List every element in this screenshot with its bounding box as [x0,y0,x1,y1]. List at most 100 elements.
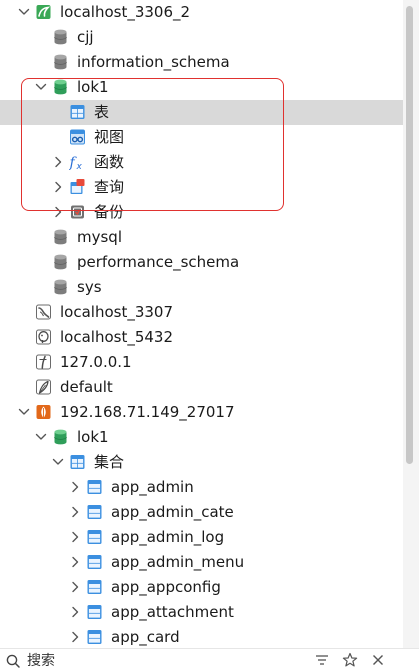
tree-node-label: app_admin_cate [111,503,234,521]
tree-node-label: performance_schema [77,253,240,271]
database-icon [52,53,69,71]
tree-node-conn-localhost-3307[interactable]: localhost_3307 [0,300,403,325]
function-icon: fx [69,153,86,172]
tree-node-db-information-schema[interactable]: information_schema [0,50,403,75]
mysql-connection-icon [35,3,52,21]
chevron-down-icon[interactable] [34,79,48,95]
tree-node-coll-app-admin[interactable]: app_admin [0,475,403,500]
tree-node-label: 查询 [94,178,125,196]
mongodb-connection-icon [35,403,52,421]
filter-icon[interactable] [314,652,330,668]
table-icon [69,103,86,121]
tree-node-label: information_schema [77,53,230,71]
bottom-toolbar: 搜索 [0,648,419,671]
tree-node-label: 视图 [94,128,125,146]
tree-node-folder-backups[interactable]: 备份 [0,200,403,225]
tree-node-conn-localhost-3306-2[interactable]: localhost_3306_2 [0,0,403,25]
tree-node-label: app_admin [111,478,194,496]
star-icon[interactable] [342,652,358,668]
database-icon [52,278,69,296]
tree-node-label: lok1 [77,78,109,96]
tree-node-label: 集合 [94,453,125,471]
collection-icon [86,578,103,596]
navigation-tree: localhost_3306_2cjj information_schemalok… [0,0,403,648]
database-open-icon [52,428,69,446]
chevron-right-icon[interactable] [68,504,82,520]
table-icon [69,453,86,471]
tree-node-db-sys[interactable]: sys [0,275,403,300]
tree-node-label: default [60,378,113,396]
chevron-right-icon[interactable] [68,479,82,495]
postgresql-connection-icon [35,328,52,346]
collection-icon [86,528,103,546]
tree-node-label: app_admin_menu [111,553,245,571]
tree-node-label: lok1 [77,428,109,446]
chevron-right-icon[interactable] [68,579,82,595]
query-icon [69,178,86,196]
tree-node-label: 备份 [94,203,125,221]
tree-node-db-cjj[interactable]: cjj [0,25,403,50]
tree-node-coll-app-admin-menu[interactable]: app_admin_menu [0,550,403,575]
chevron-right-icon[interactable] [51,154,65,170]
chevron-down-icon[interactable] [34,429,48,445]
chevron-right-icon[interactable] [68,529,82,545]
tree-node-label: localhost_5432 [60,328,174,346]
tree-node-coll-app-admin-log[interactable]: app_admin_log [0,525,403,550]
tree-node-conn-default[interactable]: default [0,375,403,400]
database-open-icon [52,78,69,96]
tree-node-label: app_admin_log [111,528,225,546]
collection-icon [86,478,103,496]
close-icon[interactable] [370,652,386,668]
tree-node-folder-collections[interactable]: 集合 [0,450,403,475]
search-icon[interactable] [5,653,21,669]
chevron-right-icon[interactable] [68,604,82,620]
svg-text:x: x [76,162,83,171]
tree-node-db-lok1[interactable]: lok1 [0,75,403,100]
tree-node-label: cjj [77,28,94,46]
tree-node-db-performance-schema[interactable]: performance_schema [0,250,403,275]
tree-node-folder-queries[interactable]: 查询 [0,175,403,200]
tree-node-label: app_attachment [111,603,234,621]
tree-node-conn-mongo[interactable]: 192.168.71.149_27017 [0,400,403,425]
tree-node-coll-app-appconfig[interactable]: app_appconfig [0,575,403,600]
tree-node-label: localhost_3306_2 [60,3,191,21]
collection-icon [86,603,103,621]
collection-icon [86,628,103,646]
database-icon [52,253,69,271]
tree-node-db-mysql[interactable]: mysql [0,225,403,250]
sqlite-connection-icon [35,353,52,371]
tree-node-conn-localhost-5432[interactable]: localhost_5432 [0,325,403,350]
tree-scrollbar[interactable] [403,0,419,648]
chevron-right-icon[interactable] [51,179,65,195]
tree-node-folder-tables[interactable]: 表 [0,100,403,125]
tree-node-mongo-db-lok1[interactable]: lok1 [0,425,403,450]
tree-node-coll-app-attachment[interactable]: app_attachment [0,600,403,625]
tree-node-label: app_card [111,628,180,646]
tree-node-folder-views[interactable]: 视图 [0,125,403,150]
tree-node-label: sys [77,278,102,296]
tree-node-coll-app-card[interactable]: app_card [0,625,403,648]
tree-node-label: localhost_3307 [60,303,174,321]
tree-node-label: 192.168.71.149_27017 [60,403,235,421]
tree-node-label: app_appconfig [111,578,221,596]
backup-icon [69,203,86,221]
tree-node-label: 函数 [94,153,125,171]
mariadb-connection-icon [35,303,52,321]
collection-icon [86,503,103,521]
view-icon [69,128,86,146]
scrollbar-thumb[interactable] [406,6,413,464]
chevron-right-icon[interactable] [68,629,82,645]
tree-node-coll-app-admin-cate[interactable]: app_admin_cate [0,500,403,525]
chevron-down-icon[interactable] [17,4,31,20]
tree-node-folder-functions[interactable]: f x 函数 [0,150,403,175]
chevron-right-icon[interactable] [51,204,65,220]
chevron-right-icon[interactable] [68,554,82,570]
search-input[interactable]: 搜索 [27,652,55,670]
tree-node-conn-127-0-0-1[interactable]: 127.0.0.1 [0,350,403,375]
collection-icon [86,553,103,571]
chevron-down-icon[interactable] [51,454,65,470]
tree-node-label: 表 [94,103,110,121]
chevron-down-icon[interactable] [17,404,31,420]
tree-node-label: 127.0.0.1 [60,353,132,371]
feather-connection-icon [35,378,52,396]
